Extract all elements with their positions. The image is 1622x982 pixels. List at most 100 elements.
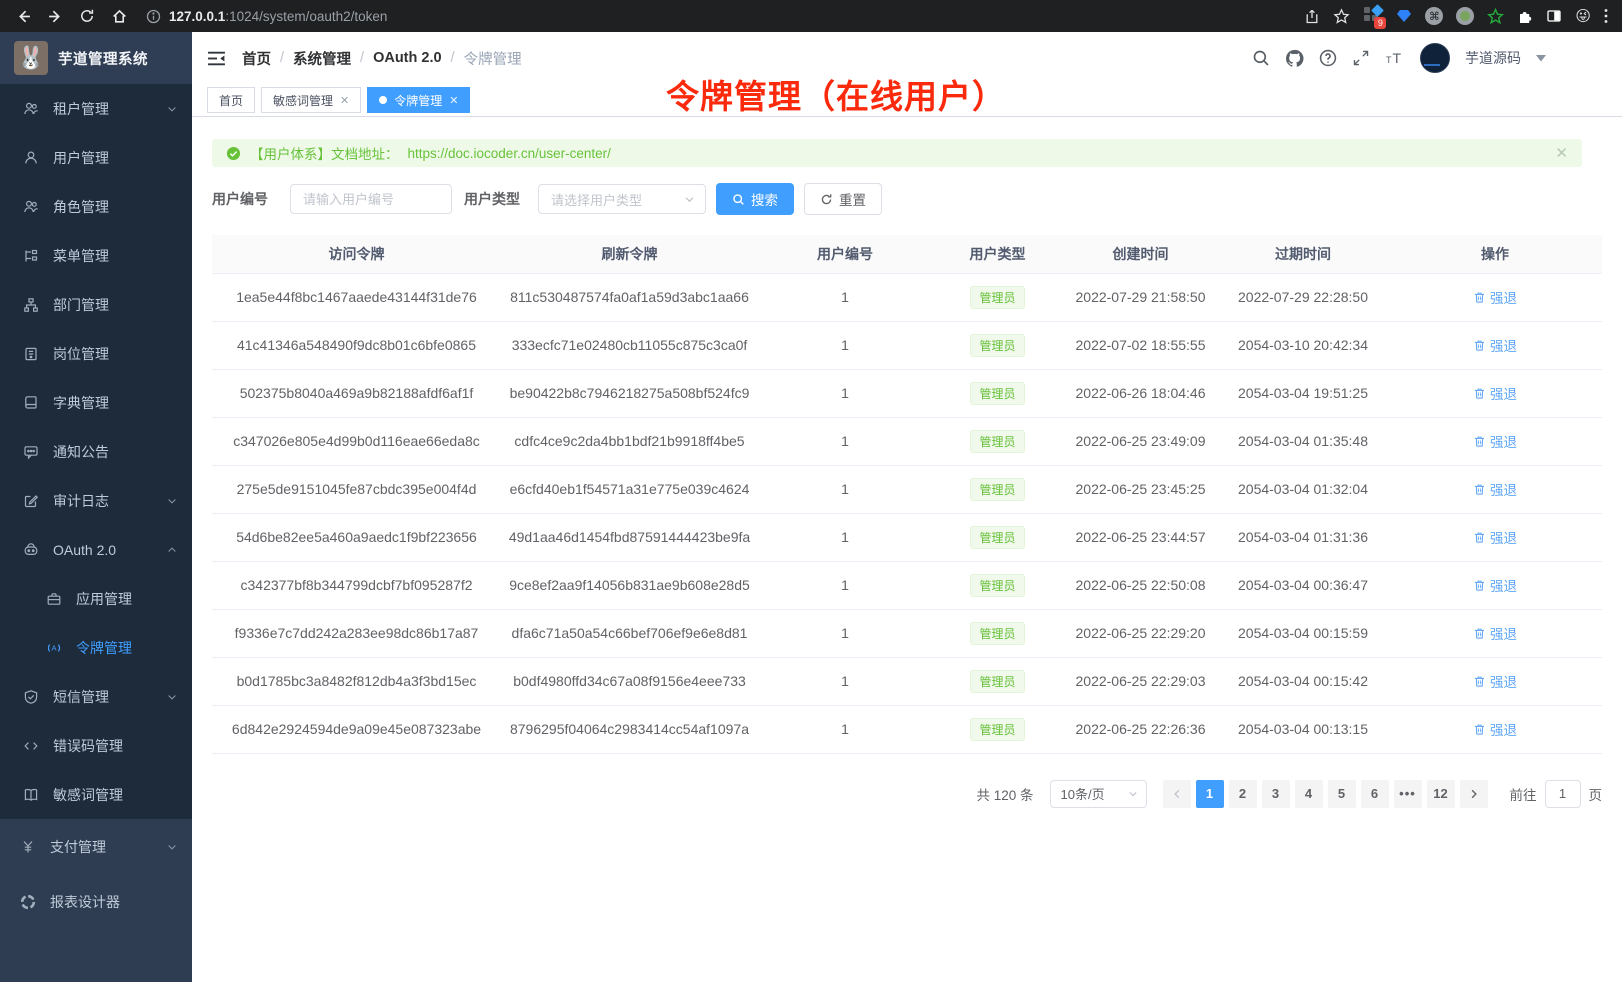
expire-time-cell: 2054-03-04 00:15:42 [1218, 657, 1388, 705]
reset-button[interactable]: 重置 [804, 183, 882, 215]
url-text: 127.0.0.1:1024/system/oauth2/token [169, 9, 387, 24]
sidebar-item-敏感词管理[interactable]: 敏感词管理 [0, 770, 192, 819]
puzzle-icon[interactable] [1517, 8, 1533, 24]
force-logout-button[interactable]: 强退 [1473, 719, 1517, 739]
share-icon[interactable] [1304, 8, 1320, 25]
sidebar-item-令牌管理[interactable]: A令牌管理 [0, 623, 192, 672]
prev-page-icon[interactable] [1163, 780, 1191, 808]
force-logout-button[interactable]: 强退 [1473, 383, 1517, 403]
sidebar-item-租户管理[interactable]: 租户管理 [0, 84, 192, 133]
sidebar-menu-bottom: 支付管理报表设计器 [0, 819, 192, 982]
next-page-icon[interactable] [1460, 780, 1488, 808]
alert-doc-link[interactable]: https://doc.iocoder.cn/user-center/ [408, 146, 611, 161]
command-circle-icon[interactable]: ⌘ [1425, 7, 1443, 25]
back-icon[interactable] [10, 3, 36, 29]
sidebar-item-label: 角色管理 [53, 197, 178, 217]
user-type-select[interactable]: 请选择用户类型 [538, 184, 706, 214]
sidebar-item-岗位管理[interactable]: 岗位管理 [0, 329, 192, 378]
page-button-6[interactable]: 6 [1361, 780, 1389, 808]
search-icon[interactable] [1252, 49, 1270, 67]
chevron-up-icon [166, 544, 178, 556]
sidebar-item-应用管理[interactable]: 应用管理 [0, 574, 192, 623]
page-button-1[interactable]: 1 [1196, 780, 1224, 808]
sidebar-item-通知公告[interactable]: 通知公告 [0, 427, 192, 476]
sidebar-item-OAuth 2.0[interactable]: OAuth 2.0 [0, 525, 192, 574]
font-size-icon[interactable]: TT [1385, 49, 1405, 67]
force-logout-button[interactable]: 强退 [1473, 479, 1517, 499]
sidebar-item-报表设计器[interactable]: 报表设计器 [0, 874, 192, 929]
info-icon[interactable] [146, 9, 161, 24]
force-logout-button[interactable]: 强退 [1473, 623, 1517, 643]
green-star-icon[interactable] [1487, 8, 1504, 25]
sidebar-item-label: 报表设计器 [50, 892, 178, 912]
create-time-cell: 2022-06-25 22:50:08 [1063, 561, 1218, 609]
sensitive-word-icon [23, 787, 39, 803]
github-icon[interactable] [1285, 49, 1304, 68]
sidebar-item-错误码管理[interactable]: 错误码管理 [0, 721, 192, 770]
page-button-3[interactable]: 3 [1262, 780, 1290, 808]
page-button-4[interactable]: 4 [1295, 780, 1323, 808]
trash-icon [1473, 483, 1486, 496]
sidebar-item-用户管理[interactable]: 用户管理 [0, 133, 192, 182]
breadcrumb-item[interactable]: 系统管理 [293, 48, 351, 69]
reload-icon[interactable] [74, 3, 100, 29]
page-button-2[interactable]: 2 [1229, 780, 1257, 808]
trash-icon [1473, 627, 1486, 640]
alert-close-icon[interactable]: ✕ [1555, 144, 1568, 162]
user-type-cell: 管理员 [932, 513, 1063, 561]
more-pages-icon[interactable]: ••• [1394, 780, 1422, 808]
breadcrumb-item[interactable]: OAuth 2.0 [373, 50, 441, 66]
sidebar-item-label: 菜单管理 [53, 246, 178, 266]
user-type-badge: 管理员 [970, 574, 1024, 597]
force-logout-button[interactable]: 强退 [1473, 431, 1517, 451]
sidebar-item-支付管理[interactable]: 支付管理 [0, 819, 192, 874]
emoji-face-icon[interactable]: 😜 [1575, 9, 1591, 24]
force-logout-button[interactable]: 强退 [1473, 575, 1517, 595]
sidebar-item-短信管理[interactable]: 短信管理 [0, 672, 192, 721]
force-logout-button[interactable]: 强退 [1473, 527, 1517, 547]
sidebar-item-角色管理[interactable]: 角色管理 [0, 182, 192, 231]
forward-icon[interactable] [42, 3, 68, 29]
breadcrumb-separator: / [280, 50, 284, 66]
extensions-grid-icon[interactable]: 9 [1363, 6, 1383, 26]
sidebar-item-审计日志[interactable]: 审计日志 [0, 476, 192, 525]
home-icon[interactable] [106, 3, 132, 29]
page-size-select[interactable]: 10条/页 [1050, 780, 1147, 808]
star-icon[interactable] [1333, 8, 1350, 25]
search-button[interactable]: 搜索 [716, 183, 794, 215]
tab-令牌管理[interactable]: 令牌管理✕ [367, 87, 470, 113]
green-dot-icon[interactable] [1456, 7, 1474, 25]
table-row: f9336e7c7dd242a283ee98dc86b17a87dfa6c71a… [212, 609, 1602, 657]
breadcrumb-separator: / [451, 50, 455, 66]
force-logout-button[interactable]: 强退 [1473, 287, 1517, 307]
access-token-cell: 275e5de9151045fe87cbdc395e004f4d [212, 465, 501, 513]
sidebar-item-字典管理[interactable]: 字典管理 [0, 378, 192, 427]
gem-icon[interactable] [1396, 9, 1412, 23]
goto-page-input[interactable] [1545, 780, 1581, 808]
tab-敏感词管理[interactable]: 敏感词管理✕ [261, 87, 361, 113]
kebab-menu-icon[interactable] [1604, 8, 1608, 24]
force-logout-button[interactable]: 强退 [1473, 671, 1517, 691]
column-header: 过期时间 [1218, 235, 1388, 273]
force-logout-button[interactable]: 强退 [1473, 335, 1517, 355]
trash-icon [1473, 723, 1486, 736]
sidebar-item-部门管理[interactable]: 部门管理 [0, 280, 192, 329]
page-button-12[interactable]: 12 [1427, 780, 1455, 808]
app-title: 芋道管理系统 [58, 48, 148, 69]
collapse-sidebar-icon[interactable] [207, 50, 226, 67]
user-avatar[interactable] [1420, 43, 1450, 73]
fullscreen-icon[interactable] [1352, 49, 1370, 67]
breadcrumb-item[interactable]: 首页 [242, 48, 271, 69]
sidebar-item-label: 支付管理 [50, 837, 166, 857]
tab-close-icon[interactable]: ✕ [340, 94, 349, 107]
user-name[interactable]: 芋道源码 [1465, 48, 1521, 68]
tab-close-icon[interactable]: ✕ [449, 94, 458, 107]
page-button-5[interactable]: 5 [1328, 780, 1356, 808]
sidebar-item-菜单管理[interactable]: 菜单管理 [0, 231, 192, 280]
user-id-input[interactable] [290, 184, 452, 214]
tab-首页[interactable]: 首页 [207, 87, 255, 113]
split-view-icon[interactable] [1546, 8, 1562, 24]
address-bar[interactable]: 127.0.0.1:1024/system/oauth2/token [146, 9, 1298, 24]
help-icon[interactable] [1319, 49, 1337, 67]
table-row: 275e5de9151045fe87cbdc395e004f4de6cfd40e… [212, 465, 1602, 513]
